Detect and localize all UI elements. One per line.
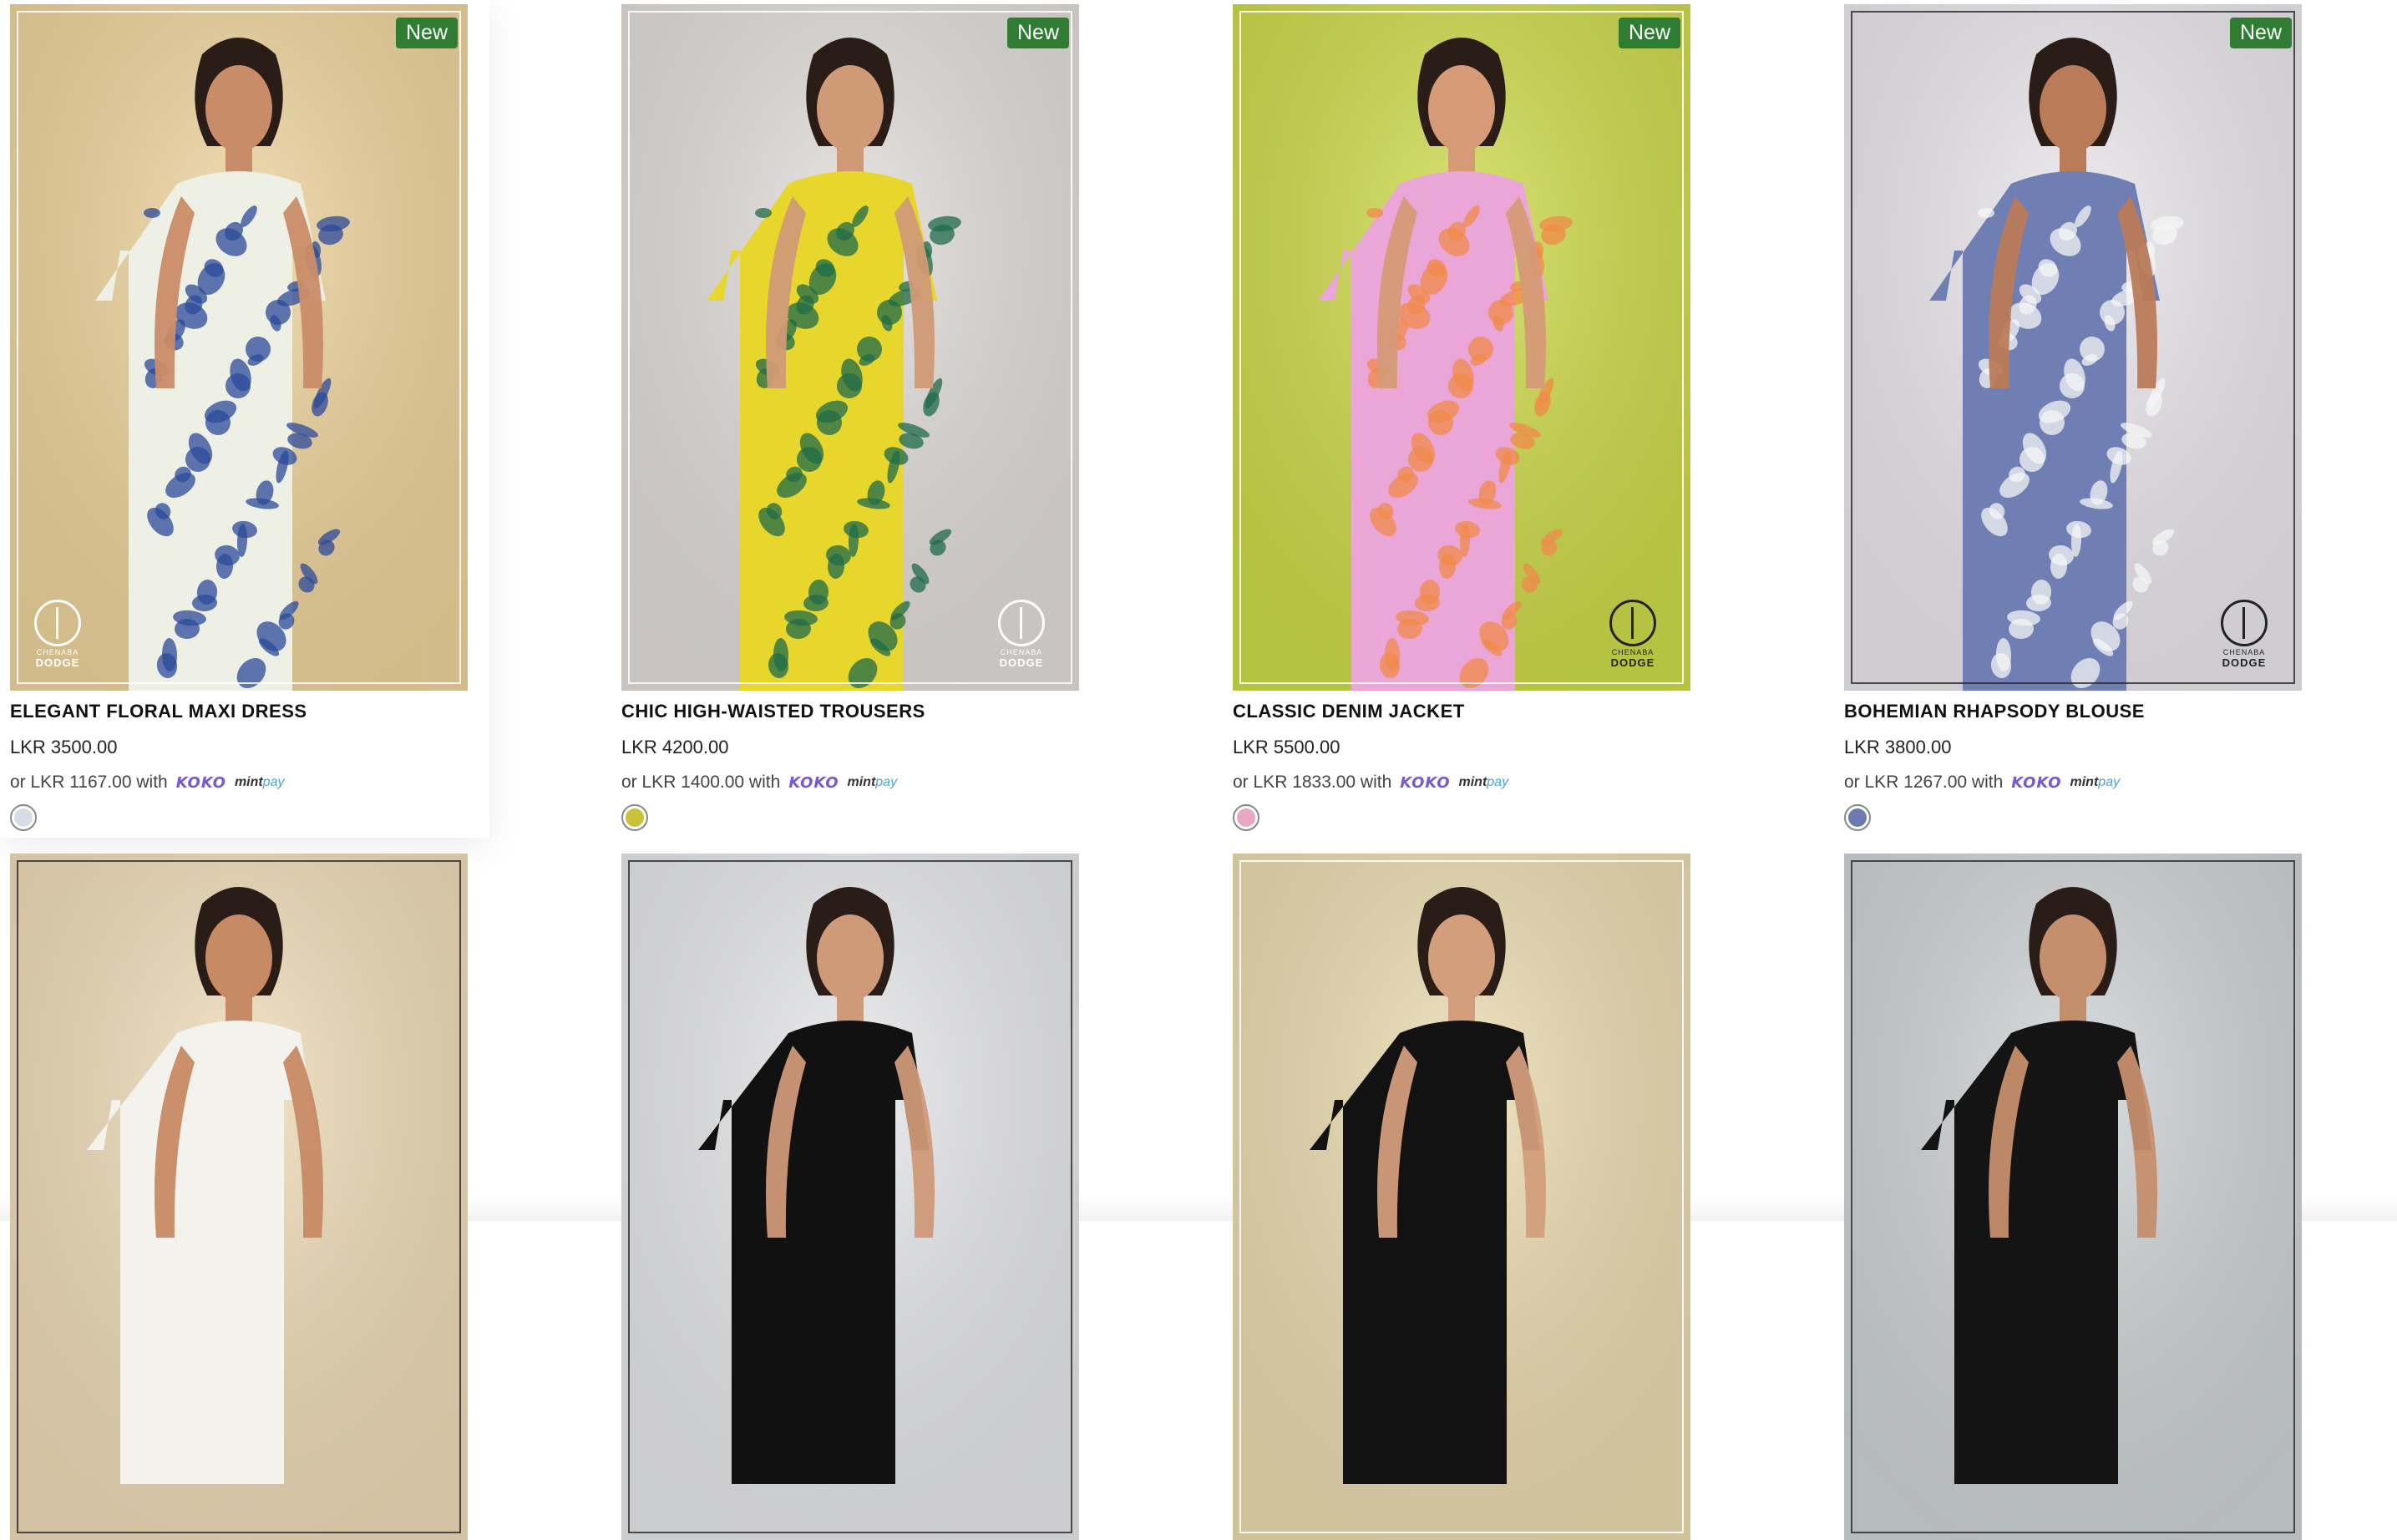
installment-info: or LKR 1833.00 with KOKO mintpay [1233,773,1690,793]
mintpay-logo: mintpay [847,775,898,789]
mintpay-logo: mintpay [234,775,285,789]
product-image[interactable] [10,854,468,1540]
image-frame [17,860,461,1533]
product-image[interactable] [1844,854,2302,1540]
product-name[interactable]: CHIC HIGH-WAISTED TROUSERS [621,701,1079,722]
brand-logo-mark [2221,600,2268,646]
product-image[interactable]: New CHENABA DODGE [621,4,1079,691]
mintpay-logo: mintpay [2070,775,2121,789]
koko-logo: KOKO [788,773,839,792]
product-image[interactable] [621,854,1079,1540]
new-badge: New [395,18,458,48]
product-image[interactable]: New CHENABA DODGE [1844,4,2302,691]
product-card[interactable] [1844,854,2302,1540]
product-card[interactable]: New CHENABA DODGE CHIC HIGH-WAISTED TROUSE… [621,4,1079,831]
brand-logo: CHENABA DODGE [28,600,87,669]
product-price: LKR 3800.00 [1844,737,1952,757]
product-image[interactable]: New CHENABA DODGE [10,4,468,691]
installment-text: or LKR 1267.00 with [1844,773,2004,792]
installment-info: or LKR 1267.00 with KOKO mintpay [1844,773,2302,793]
mintpay-logo: mintpay [1458,775,1509,789]
image-frame [1239,11,1684,684]
image-frame [1239,860,1684,1533]
brand-logo: CHENABA DODGE [2215,600,2273,669]
brand-logo-mark [998,600,1045,646]
brand-logo-text: DODGE [999,656,1044,669]
brand-logo-mark [1609,600,1656,646]
color-swatch[interactable] [1844,804,1871,831]
image-frame [17,11,461,684]
image-frame [628,860,1072,1533]
swatch-color [14,808,33,827]
brand-logo-text: DODGE [2222,656,2267,669]
installment-info: or LKR 1167.00 with KOKO mintpay [10,773,468,793]
brand-logo-text: DODGE [1610,656,1655,669]
brand-logo: CHENABA DODGE [992,600,1051,669]
product-image[interactable] [1233,854,1690,1540]
color-swatch[interactable] [10,804,37,831]
image-frame [1851,11,2295,684]
new-badge: New [2229,18,2292,48]
installment-info: or LKR 1400.00 with KOKO mintpay [621,773,1079,793]
brand-logo-text: CHENABA [1611,648,1655,656]
image-frame [1851,860,2295,1533]
brand-logo: CHENABA DODGE [1604,600,1662,669]
color-swatch[interactable] [621,804,648,831]
product-card[interactable]: New CHENABA DODGE BOHEMIAN RHAPSODY BLOUSE… [1844,4,2302,831]
product-card[interactable] [621,854,1079,1540]
brand-logo-mark [34,600,81,646]
product-card[interactable]: New CHENABA DODGE ELEGANT FLORAL MAXI DRES… [0,0,489,838]
swatch-color [1848,808,1867,827]
product-card[interactable] [1233,854,1690,1540]
product-price: LKR 3500.00 [10,737,118,757]
image-frame [628,11,1072,684]
new-badge: New [1618,18,1680,48]
product-name[interactable]: BOHEMIAN RHAPSODY BLOUSE [1844,701,2302,722]
product-price: LKR 4200.00 [621,737,729,757]
product-card[interactable] [10,854,468,1540]
installment-text: or LKR 1167.00 with [10,773,168,792]
brand-logo-text: DODGE [35,656,80,669]
product-name[interactable]: ELEGANT FLORAL MAXI DRESS [10,701,468,722]
swatch-color [1237,808,1255,827]
koko-logo: KOKO [2011,773,2062,792]
brand-logo-text: CHENABA [36,648,79,656]
installment-text: or LKR 1833.00 with [1233,773,1392,792]
swatch-color [626,808,644,827]
product-price: LKR 5500.00 [1233,737,1340,757]
koko-logo: KOKO [1400,773,1451,792]
product-image[interactable]: New CHENABA DODGE [1233,4,1690,691]
product-name[interactable]: CLASSIC DENIM JACKET [1233,701,1690,722]
product-card[interactable]: New CHENABA DODGE CLASSIC DENIM JACKET LKR… [1233,4,1690,831]
koko-logo: KOKO [175,773,226,792]
new-badge: New [1006,18,1069,48]
color-swatch[interactable] [1233,804,1259,831]
brand-logo-text: CHENABA [2222,648,2266,656]
brand-logo-text: CHENABA [1000,648,1043,656]
installment-text: or LKR 1400.00 with [621,773,781,792]
